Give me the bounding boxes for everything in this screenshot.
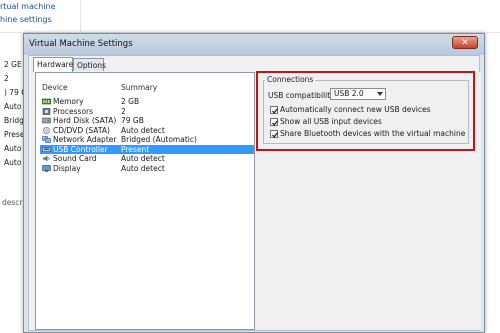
device-summary: Present: [121, 144, 150, 154]
processor-icon: [42, 107, 51, 115]
memory-icon: [42, 98, 51, 105]
device-row-network-adapter[interactable]: Network Adapter Bridged (Automatic): [40, 135, 254, 145]
device-summary: 2 GB: [121, 97, 140, 106]
background-link-virtual-machine[interactable]: rtual machine: [0, 0, 80, 13]
device-row-display[interactable]: Display Auto detect: [40, 164, 254, 174]
tab-options[interactable]: Options: [73, 58, 106, 71]
device-row-sound-card[interactable]: Sound Card Auto detect: [40, 154, 254, 164]
device-list-panel: Device Summary Memory 2 GB Processors 2 …: [35, 72, 255, 330]
cd-dvd-icon: [43, 126, 50, 134]
column-header-summary[interactable]: Summary: [121, 83, 157, 92]
device-summary: Auto detect: [121, 154, 165, 163]
close-icon: ✕: [461, 38, 469, 48]
background-description: descr: [2, 198, 23, 207]
background-link-machine-settings[interactable]: hine settings: [0, 13, 80, 26]
device-summary: Bridged (Automatic): [121, 135, 197, 144]
device-summary: Auto detect: [121, 125, 165, 135]
device-row-hard-disk[interactable]: Hard Disk (SATA) 79 GB: [40, 116, 254, 126]
background-links: rtual machine hine settings: [0, 0, 80, 26]
device-name: Sound Card: [53, 154, 97, 163]
device-name: Hard Disk (SATA): [53, 116, 117, 125]
device-name: Display: [53, 163, 81, 173]
device-row-usb-controller[interactable]: USB Controller Present: [40, 144, 254, 154]
vm-settings-dialog: Virtual Machine Settings ✕ Hardware Opti…: [23, 33, 485, 333]
device-name: Memory: [53, 97, 84, 106]
hard-disk-icon: [42, 117, 51, 124]
column-header-device[interactable]: Device: [42, 83, 68, 92]
background-divider: [80, 0, 81, 32]
sound-card-icon: [43, 155, 50, 162]
device-row-memory[interactable]: Memory 2 GB: [40, 97, 254, 107]
display-icon: [42, 164, 51, 172]
device-summary: Auto detect: [121, 163, 165, 173]
usb-controller-icon: [42, 146, 51, 152]
device-summary: 2: [121, 106, 126, 116]
device-list: Memory 2 GB Processors 2 Hard Disk (SATA…: [40, 97, 254, 173]
dialog-title: Virtual Machine Settings: [29, 39, 133, 49]
device-summary: 79 GB: [121, 116, 144, 125]
network-adapter-icon: [42, 136, 51, 143]
device-name: Processors: [53, 106, 94, 116]
highlight-annotation-box: [256, 71, 475, 151]
device-list-header: Device Summary: [36, 83, 254, 95]
device-row-cd-dvd[interactable]: CD/DVD (SATA) Auto detect: [40, 126, 254, 136]
device-name: Network Adapter: [53, 135, 117, 144]
dialog-titlebar[interactable]: Virtual Machine Settings ✕: [24, 34, 484, 55]
device-name: USB Controller: [53, 144, 108, 154]
tab-hardware[interactable]: Hardware: [33, 57, 73, 72]
close-button[interactable]: ✕: [452, 36, 478, 49]
device-name: CD/DVD (SATA): [53, 125, 110, 135]
device-row-processors[interactable]: Processors 2: [40, 107, 254, 117]
